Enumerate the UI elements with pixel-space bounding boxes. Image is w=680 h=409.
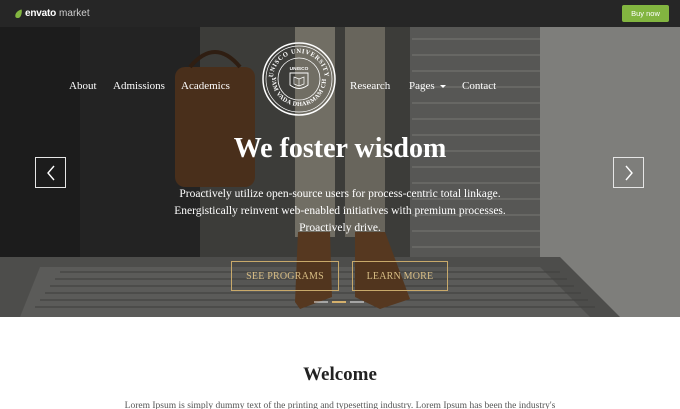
slider-next-button[interactable] bbox=[613, 157, 644, 188]
chevron-right-icon bbox=[624, 165, 633, 180]
nav-item-contact[interactable]: Contact bbox=[462, 80, 496, 92]
slider-dots bbox=[314, 301, 364, 303]
nav-item-academics[interactable]: Academics bbox=[181, 80, 230, 92]
slider-dot-active[interactable] bbox=[332, 301, 346, 303]
buy-now-button[interactable]: Buy now bbox=[622, 5, 669, 22]
caret-down-icon bbox=[439, 84, 446, 88]
nav-item-about[interactable]: About bbox=[69, 80, 97, 92]
slider-dot[interactable] bbox=[350, 301, 364, 303]
slider-dot[interactable] bbox=[314, 301, 328, 303]
hero-subtitle: Proactively utilize open-source users fo… bbox=[174, 188, 506, 234]
university-seal-icon[interactable]: UNISCO UNIVERSITY SATYAM VADA DHARMAM CH… bbox=[261, 41, 337, 117]
welcome-text: Lorem Ipsum is simply dummy text of the … bbox=[124, 401, 556, 409]
leaf-icon bbox=[15, 9, 22, 18]
envato-brand: envato bbox=[25, 8, 57, 19]
nav-item-pages-label: Pages bbox=[409, 80, 435, 92]
welcome-title: Welcome bbox=[303, 364, 377, 385]
nav-item-pages[interactable]: Pages bbox=[409, 80, 446, 92]
hero-slider: About Admissions Academics Research Page… bbox=[0, 27, 680, 317]
see-programs-button[interactable]: SEE PROGRAMS bbox=[231, 261, 339, 291]
seal-inner-text: UNISCO bbox=[290, 66, 309, 72]
envato-logo[interactable]: envato market bbox=[14, 7, 90, 20]
hero-title: We foster wisdom bbox=[233, 133, 447, 164]
nav-item-research[interactable]: Research bbox=[350, 80, 390, 92]
envato-market-label: market bbox=[59, 8, 90, 19]
main-nav: About Admissions Academics Research Page… bbox=[0, 27, 680, 147]
learn-more-button[interactable]: LEARN MORE bbox=[352, 261, 448, 291]
slider-prev-button[interactable] bbox=[35, 157, 66, 188]
envato-top-bar: envato market Buy now bbox=[0, 0, 680, 27]
chevron-left-icon bbox=[46, 165, 55, 180]
nav-item-admissions[interactable]: Admissions bbox=[113, 80, 165, 92]
